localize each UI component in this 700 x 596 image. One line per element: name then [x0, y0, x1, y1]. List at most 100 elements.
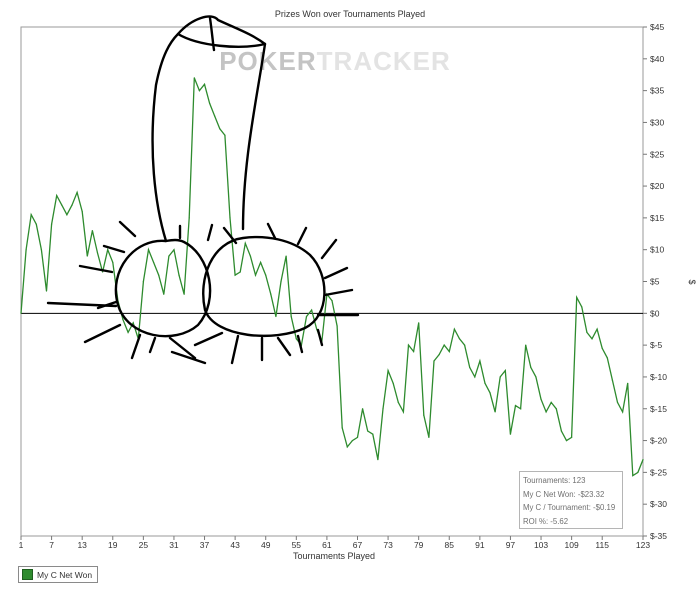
y-tick-label: $-35: [650, 531, 667, 541]
data-point: [168, 255, 170, 257]
data-point: [560, 430, 563, 432]
watermark-part-2: TRACKER: [317, 46, 451, 76]
data-point: [540, 398, 542, 400]
data-point: [132, 322, 134, 324]
x-tick-label: 13: [77, 540, 87, 550]
x-tick-label: 97: [506, 540, 516, 550]
data-point: [509, 433, 512, 435]
data-point: [249, 255, 252, 257]
plot-frame: [20, 26, 644, 537]
data-point: [377, 459, 379, 461]
y-tick-label: $10: [650, 245, 664, 255]
data-point: [576, 296, 578, 299]
y-tick-label: $20: [650, 181, 664, 191]
data-point: [265, 274, 267, 276]
legend[interactable]: My C Net Won: [18, 566, 99, 583]
data-point: [586, 331, 588, 333]
data-point: [142, 280, 144, 283]
data-point: [596, 328, 598, 330]
data-point: [254, 274, 257, 276]
x-tick-label: 55: [292, 540, 302, 550]
x-tick-label: 109: [565, 540, 579, 550]
data-point: [525, 344, 527, 346]
data-point: [295, 338, 297, 340]
x-tick-label: 43: [230, 540, 240, 550]
data-point: [514, 404, 517, 407]
data-point: [336, 325, 338, 327]
data-point: [61, 204, 63, 206]
data-point: [591, 338, 593, 340]
data-point: [20, 312, 22, 314]
data-point: [311, 309, 313, 311]
data-point: [76, 191, 78, 194]
data-point: [91, 230, 93, 232]
data-point: [30, 214, 32, 216]
data-point: [127, 331, 129, 333]
data-point: [122, 319, 124, 321]
x-tick-label: 123: [636, 540, 650, 550]
data-point: [520, 408, 522, 410]
data-point: [438, 354, 440, 356]
data-point: [244, 242, 246, 244]
data-point: [489, 392, 491, 394]
data-point: [305, 315, 308, 318]
data-point: [209, 102, 211, 104]
stats-net-won: My C Net Won: -$23.32: [523, 489, 605, 499]
data-point: [361, 408, 364, 410]
x-axis-label: Tournaments Played: [293, 551, 375, 561]
data-point: [530, 366, 532, 368]
data-point: [96, 252, 99, 254]
data-point: [453, 328, 455, 330]
data-point: [40, 249, 42, 251]
stats-per-tournament: My C / Tournament: -$0.19: [523, 503, 616, 512]
data-point: [147, 249, 150, 251]
data-point: [351, 439, 353, 442]
data-point: [280, 280, 282, 283]
y-tick-label: $-25: [650, 467, 667, 477]
y-tick-label: $25: [650, 149, 664, 159]
data-point: [101, 271, 104, 273]
x-tick-label: 37: [200, 540, 210, 550]
data-point: [428, 436, 430, 438]
y-tick-label: $45: [650, 22, 664, 32]
y-tick-label: $40: [650, 54, 664, 64]
watermark: POKERTRACKER: [219, 46, 451, 76]
data-point: [494, 411, 496, 413]
y-axis: $45 $40 $35 $30 $25 $20 $15 $10 $5 $0 $-5 $-10 $-15 $…: [643, 22, 667, 541]
data-point: [402, 411, 404, 413]
watermark-part-1: POKER: [219, 46, 316, 76]
data-point: [275, 315, 277, 318]
data-point: [331, 299, 333, 302]
data-point: [285, 255, 287, 257]
data-point: [479, 360, 481, 362]
data-point: [616, 401, 619, 403]
data-point: [372, 433, 374, 435]
data-point: [71, 204, 73, 206]
data-point: [81, 210, 83, 213]
data-point: [203, 83, 206, 85]
data-point: [407, 344, 410, 346]
data-point: [392, 382, 394, 384]
y-tick-label: $-5: [650, 340, 663, 350]
data-point: [622, 411, 624, 413]
data-point: [458, 338, 461, 340]
data-point: [270, 293, 272, 295]
x-tick-label: 7: [49, 540, 54, 550]
y-tick-label: $0: [650, 308, 660, 318]
data-point: [499, 376, 501, 378]
y-axis-label: $: [687, 279, 697, 284]
scribble-left-ball: [114, 238, 212, 338]
data-point: [173, 249, 175, 251]
data-point: [193, 77, 195, 79]
x-tick-label: 61: [322, 540, 332, 550]
series-points: [20, 77, 644, 477]
stats-box: Tournaments: 123 My C Net Won: -$23.32 M…: [519, 471, 623, 529]
data-point: [611, 379, 614, 381]
data-point: [448, 350, 450, 353]
x-tick-label: 73: [383, 540, 393, 550]
y-tick-label: $30: [650, 117, 664, 127]
data-point: [565, 439, 568, 442]
data-point: [637, 471, 639, 473]
y-tick-label: $15: [650, 213, 664, 223]
x-tick-label: 85: [445, 540, 455, 550]
